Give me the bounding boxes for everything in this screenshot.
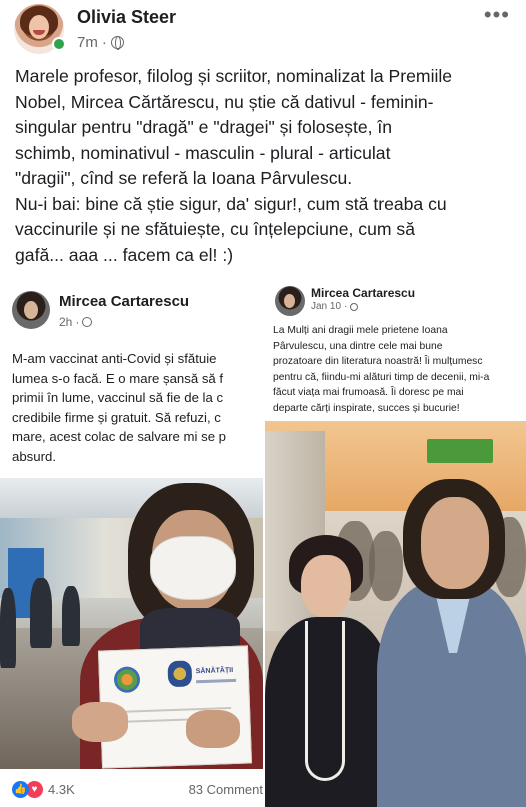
background-person	[62, 586, 80, 646]
post-body-text: Marele profesor, filolog și scriitor, no…	[15, 64, 515, 268]
certificate-title: SĂNĂTĂȚII	[195, 666, 234, 676]
screenshot-text-line: lumea s-o facă. E o mare șansă să f	[12, 370, 224, 386]
post-author-name[interactable]: Olivia Steer	[77, 7, 176, 28]
woman-necklace	[305, 621, 345, 781]
post-text-line: Nobel, Mircea Cărtărescu, nu știe că dat…	[15, 91, 434, 112]
left-screenshot-post[interactable]: Mircea Cartarescu 2h · M-am vaccinat ant…	[0, 281, 263, 807]
coat-of-arms-icon	[167, 660, 193, 688]
photo-sign	[427, 439, 493, 463]
post-text-line: singular pentru "dragă" e "dragei" și fo…	[15, 117, 393, 137]
meta-separator: ·	[344, 301, 348, 312]
reaction-count: 4.3K	[48, 782, 75, 797]
post-text-line: Marele profesor, filolog și scriitor, no…	[15, 66, 453, 86]
post-meta: 7m ·	[77, 34, 124, 51]
post-text-line: Nu-i bai: bine că știe sigur, da' sigur!…	[15, 193, 447, 214]
post-text-line: gafă... aaa ... facem ca el! :)	[15, 244, 234, 265]
screenshot-text-line: primii în lume, vaccinul să fie de la c	[12, 390, 224, 405]
screenshot-text-line: Pârvulescu, una dintre cele mai bune	[273, 340, 443, 352]
screenshot-post-meta: Jan 10 ·	[311, 301, 359, 312]
screenshot-post-time: 2h	[59, 315, 73, 329]
screenshot-text-line: făcut viața mai frumoasă. Îi doresc pe m…	[273, 387, 464, 398]
online-status-dot	[52, 37, 66, 51]
screenshot-text-line: pentru că, fiindu-mi alături timp de dec…	[273, 371, 490, 383]
background-person	[30, 578, 52, 648]
screenshot-text-line: absurd.	[12, 448, 56, 464]
screenshot-text-line: La Mulți ani dragii mele prietene Ioana	[273, 325, 448, 336]
avatar-face	[29, 15, 49, 39]
screenshot-text-line: credibile firme și gratuit. Să refuzi, c	[12, 409, 221, 425]
certificate-text-line	[196, 678, 237, 684]
post-text-line: schimb, nominativul - masculin - plural …	[15, 142, 391, 163]
screenshot-author-name: Mircea Cartarescu	[311, 286, 416, 300]
avatar-face	[24, 301, 38, 319]
right-screenshot-post[interactable]: Mircea Cartarescu Jan 10 · La Mulți ani …	[265, 281, 526, 807]
vaccination-photo: SĂNĂTĂȚII	[0, 478, 263, 769]
globe-icon[interactable]	[110, 36, 124, 50]
certificate-logo	[113, 666, 141, 694]
screenshot-post-text: M-am vaccinat anti-Covid și sfătuie lume…	[12, 349, 226, 466]
screenshot-post-time: Jan 10	[311, 301, 342, 312]
screenshot-post-text: La Mulți ani dragii mele prietene Ioana …	[273, 323, 489, 416]
reaction-summary[interactable]: 👍 ♥ 4.3K	[12, 781, 75, 798]
more-options-icon[interactable]: •••	[484, 2, 510, 28]
man-hand	[72, 702, 128, 742]
comment-count[interactable]: 83 Comment	[189, 782, 263, 797]
background-person	[369, 531, 403, 601]
screenshot-text-line: mare, acest colac de salvare mi se p	[12, 429, 227, 444]
woman-face	[301, 555, 351, 617]
post-text-line: vaccinurile și ne sfătuiește, cu înțelep…	[15, 219, 415, 239]
meta-separator: ·	[101, 34, 107, 51]
post-text-line: "dragii", cînd se referă la Ioana Pârvul…	[15, 168, 353, 188]
screenshot-author-avatar	[12, 291, 50, 329]
globe-icon	[350, 302, 359, 311]
birthday-photo	[265, 421, 526, 807]
like-reaction-icon: 👍	[12, 781, 29, 798]
screenshot-text-line: departe cărți inspirate, succes și bucur…	[273, 402, 460, 414]
screenshot-author-avatar	[275, 286, 305, 316]
post-time[interactable]: 7m	[77, 34, 98, 51]
face-mask	[150, 536, 236, 600]
avatar-face	[284, 294, 295, 308]
meta-separator: ·	[75, 315, 80, 329]
globe-icon	[82, 317, 93, 327]
man-hand	[186, 710, 240, 748]
screenshot-text-line: prozatoare din literatura noastră! Îi mu…	[273, 356, 483, 367]
background-person	[0, 588, 16, 668]
post-header: Olivia Steer 7m · •••	[0, 0, 526, 58]
man-face	[421, 497, 489, 589]
screenshot-author-name: Mircea Cartarescu	[59, 293, 190, 310]
screenshot-post-meta: 2h ·	[59, 315, 93, 329]
screenshot-text-line: M-am vaccinat anti-Covid și sfătuie	[12, 351, 217, 366]
